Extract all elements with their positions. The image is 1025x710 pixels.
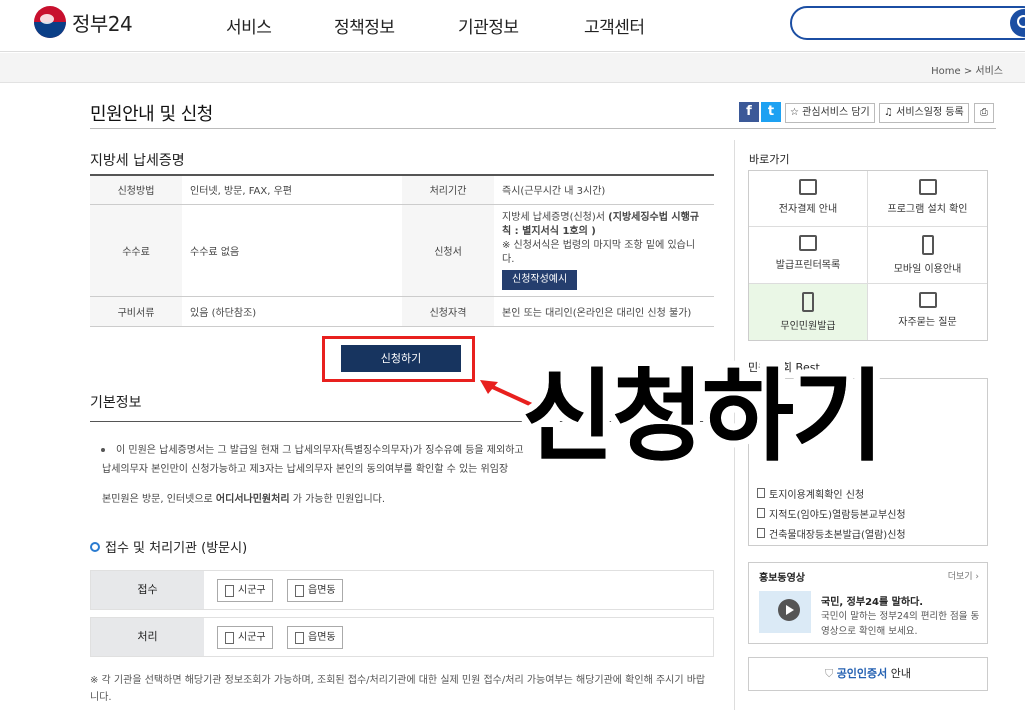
form-label: 신청서 [402,204,494,297]
page-title: 민원안내 및 신청 [90,104,213,125]
processing-heading: 접수 및 처리기관 (방문시) [90,537,247,556]
agency-notice: ※ 각 기관을 선택하면 해당기관 정보조회가 가능하며, 조회된 접수/처리기… [90,675,706,703]
quick-link-label: 프로그램 설치 확인 [887,204,968,215]
mobile-phone-icon [921,235,934,256]
qualification-value: 본인 또는 대리인(온라인은 대리인 신청 불가) [494,296,714,327]
promo-more-link[interactable]: 더보기 › [948,569,979,582]
basic-sub-suffix: 가 가능한 민원입니다. [289,494,386,505]
process-city-button[interactable]: 시군구 [217,626,273,649]
service-name: 지방세 납세증명 [90,153,185,169]
promo-headline[interactable]: 국민, 정부24를 말하다. [821,593,923,608]
twitter-icon[interactable]: t [761,102,781,122]
service-info-table: 신청방법 인터넷, 방문, FAX, 우편 처리기간 즉시(근무시간 내 3시간… [90,174,714,327]
nav-services[interactable]: 서비스 [226,13,272,38]
printer-icon [799,235,817,252]
quick-links-grid: 전자결제 안내 프로그램 설치 확인 발급프린터목록 모바일 이용안내 무인민원… [748,170,988,341]
favorite-button[interactable]: ☆ 관심서비스 담기 [785,103,875,123]
quick-link-faq[interactable]: 자주묻는 질문 [868,284,987,340]
promo-title: 홍보동영상 [759,573,805,584]
quick-link-label: 모바일 이용안내 [893,264,962,276]
certificate-guide-button[interactable]: ⛉ 공인인증서 안내 [748,657,988,691]
nav-policy[interactable]: 정책정보 [334,13,395,38]
basic-info-heading: 기본정보 [90,395,142,411]
play-icon[interactable] [778,599,800,621]
taegeuk-logo-icon [34,6,66,38]
quick-link-printer[interactable]: 발급프린터목록 [749,227,868,284]
facebook-icon[interactable]: f [739,102,759,122]
breadcrumb-separator: > [963,66,973,77]
process-town-button[interactable]: 읍면동 [287,626,343,649]
quick-link-label: 발급프린터목록 [775,260,841,272]
overlay-caption: 신청하기 [522,358,884,475]
receipt-label: 접수 [91,571,204,609]
quick-link-program[interactable]: 프로그램 설치 확인 [868,171,987,228]
best-item[interactable]: 지적도(임야도)열람등본교부신청 [757,506,906,521]
nav-agency[interactable]: 기관정보 [458,13,519,38]
breadcrumb: Home > 서비스 [931,62,1003,77]
nav-customer-center[interactable]: 고객센터 [584,13,645,38]
certificate-guide-label: 안내 [887,667,912,680]
quick-link-kiosk[interactable]: 무인민원발급 [749,283,868,340]
breadcrumb-home[interactable]: Home [931,66,961,77]
monitor-icon [918,179,937,195]
favorite-label: 관심서비스 담기 [802,107,870,118]
basic-sub-prefix: 본민원은 방문, 인터넷으로 [102,494,216,505]
best-item[interactable]: 건축물대장등초본발급(열람)신청 [757,526,906,541]
process-label: 처리 [91,618,204,656]
receipt-city-button[interactable]: 시군구 [217,579,273,602]
basic-info-sub: 본민원은 방문, 인터넷으로 어디서나민원처리 가 가능한 민원입니다. [102,490,385,505]
quick-link-epay[interactable]: 전자결제 안내 [749,171,868,228]
docs-label: 구비서류 [90,296,182,327]
quick-link-label: 무인민원발급 [780,320,836,332]
form-cell: 지방세 납세증명(신청)서 (지방세징수법 시행규칙 : 별지서식 1호의 ) … [494,204,714,297]
period-value: 즉시(근무시간 내 3시간) [494,175,714,205]
kiosk-icon [802,291,814,312]
form-name[interactable]: 지방세 납세증명(신청)서 [502,212,605,223]
form-note: ※ 신청서식은 법령의 마지막 조항 밑에 있습니다. [502,239,696,265]
best-item[interactable]: 토지이용계획확인 신청 [757,486,864,501]
site-logo[interactable]: 정부24 [34,6,133,38]
fee-value: 수수료 없음 [182,204,402,297]
receipt-town-button[interactable]: 읍면동 [287,579,343,602]
schedule-button[interactable]: ♫ 서비스일정 등록 [879,103,969,123]
fee-label: 수수료 [90,204,182,297]
breadcrumb-current[interactable]: 서비스 [975,66,1003,77]
speech-bubble-icon [918,291,937,308]
process-row: 처리 시군구 읍면동 [90,617,714,657]
method-value: 인터넷, 방문, FAX, 우편 [182,175,402,205]
promo-description: 국민이 말하는 정부24의 편리한 점을 동영상으로 확인해 보세요. [821,611,980,637]
quick-link-label: 전자결제 안내 [778,204,838,215]
top-navigation-bar: 정부24 서비스 정책정보 기관정보 고객센터 [0,0,1025,52]
period-label: 처리기간 [402,175,494,205]
processing-heading-text: 접수 및 처리기관 (방문시) [105,541,248,556]
receipt-row: 접수 시군구 읍면동 [90,570,714,610]
quick-links-title: 바로가기 [749,153,790,166]
docs-value[interactable]: 있음 (하단참조) [182,296,402,327]
form-sample-button[interactable]: 신청작성예시 [502,269,578,290]
logo-text: 정부24 [72,11,133,36]
print-icon[interactable]: ⎙ [974,103,994,123]
method-label: 신청방법 [90,175,182,205]
qualification-label: 신청자격 [402,296,494,327]
promo-video-box: 홍보동영상 더보기 › 국민, 정부24를 말하다. 국민이 말하는 정부24의… [748,562,988,644]
circle-bullet-icon [90,541,100,552]
bullet-icon [101,448,105,452]
apply-button-highlight-box [322,336,475,382]
schedule-label: 서비스일정 등록 [896,107,964,118]
quick-link-mobile[interactable]: 모바일 이용안내 [868,227,987,284]
certificate-label: 공인인증서 [836,667,888,680]
basic-sub-bold: 어디서나민원처리 [215,494,290,505]
breadcrumb-bar: Home > 서비스 [0,53,1025,83]
shield-icon: ⛉ [824,667,834,680]
search-input[interactable] [790,6,1025,40]
download-icon [799,179,817,195]
quick-link-label: 자주묻는 질문 [898,316,957,328]
title-divider [90,128,996,129]
promo-video-thumbnail[interactable] [759,591,811,633]
